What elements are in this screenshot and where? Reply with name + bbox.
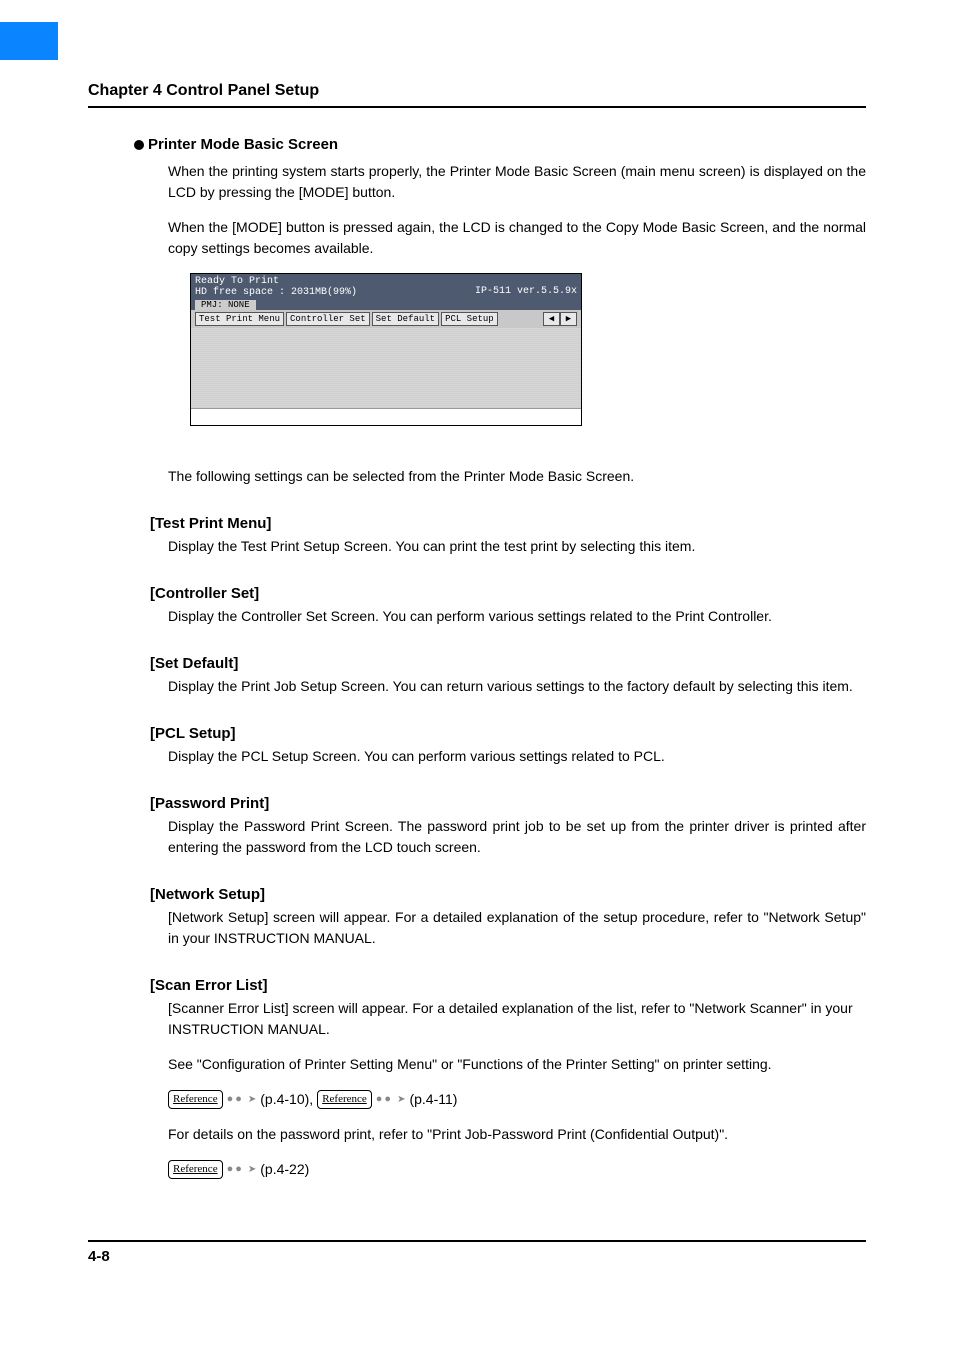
lcd-pmj-tab: PMJ: NONE <box>195 300 256 310</box>
lcd-tab-controller-set[interactable]: Controller Set <box>286 312 370 326</box>
reference-badge-3: Reference <box>168 1160 223 1179</box>
arrow-icon: ➤ <box>248 1162 256 1177</box>
bullet-icon <box>134 140 144 150</box>
lcd-footer <box>191 408 581 425</box>
section-title-text: Printer Mode Basic Screen <box>148 136 338 153</box>
lcd-tab-test-print[interactable]: Test Print Menu <box>195 312 284 326</box>
heading-scan-error: [Scan Error List] <box>150 977 866 994</box>
section-heading: Printer Mode Basic Screen <box>134 136 866 153</box>
after-screen-text: The following settings can be selected f… <box>168 466 866 487</box>
arrow-icon: ➤ <box>248 1092 256 1107</box>
lcd-header: Ready To Print HD free space : 2031MB(99… <box>191 274 581 310</box>
heading-test-print: [Test Print Menu] <box>150 515 866 532</box>
body-scan-error: [Scanner Error List] screen will appear.… <box>168 998 866 1040</box>
see-config-text: See "Configuration of Printer Setting Me… <box>168 1054 866 1075</box>
reference-badge-2: Reference <box>317 1090 372 1109</box>
body-set-default: Display the Print Job Setup Screen. You … <box>168 676 866 697</box>
footer-rule <box>88 1240 866 1242</box>
reference-line-2: Reference ●● ➤ (p.4-22) <box>168 1159 866 1180</box>
heading-set-default: [Set Default] <box>150 655 866 672</box>
body-test-print: Display the Test Print Setup Screen. You… <box>168 536 866 557</box>
lcd-tab-row: Test Print Menu Controller Set Set Defau… <box>191 310 581 328</box>
heading-password-print: [Password Print] <box>150 795 866 812</box>
side-tab <box>0 22 58 60</box>
reference-badge-1: Reference <box>168 1090 223 1109</box>
heading-controller-set: [Controller Set] <box>150 585 866 602</box>
dots-icon: ●● <box>227 1091 244 1108</box>
dots-icon: ●● <box>227 1161 244 1178</box>
lcd-arrow-left-icon[interactable]: ◀ <box>543 312 560 326</box>
chapter-title: Chapter 4 Control Panel Setup <box>88 82 866 100</box>
lcd-arrow-right-icon[interactable]: ▶ <box>560 312 577 326</box>
lcd-tab-pcl-setup[interactable]: PCL Setup <box>441 312 498 326</box>
ref-page-1: (p.4-10), <box>260 1089 313 1110</box>
intro-paragraph-2: When the [MODE] button is pressed again,… <box>168 217 866 259</box>
intro-paragraph-1: When the printing system starts properly… <box>168 161 866 203</box>
header-rule <box>88 106 866 108</box>
body-password-print: Display the Password Print Screen. The p… <box>168 816 866 858</box>
lcd-version-text: IP-511 ver.5.5.9x <box>475 286 577 297</box>
page-number: 4-8 <box>88 1248 866 1265</box>
lcd-screenshot: Ready To Print HD free space : 2031MB(99… <box>190 273 582 426</box>
dots-icon: ●● <box>376 1091 393 1108</box>
lcd-body <box>191 328 581 408</box>
details-text: For details on the password print, refer… <box>168 1124 866 1145</box>
reference-line-1: Reference ●● ➤ (p.4-10), Reference ●● ➤ (p… <box>168 1089 866 1110</box>
body-controller-set: Display the Controller Set Screen. You c… <box>168 606 866 627</box>
body-pcl-setup: Display the PCL Setup Screen. You can pe… <box>168 746 866 767</box>
ref-page-3: (p.4-22) <box>260 1159 309 1180</box>
ref-page-2: (p.4-11) <box>409 1089 457 1110</box>
heading-network-setup: [Network Setup] <box>150 886 866 903</box>
body-network-setup: [Network Setup] screen will appear. For … <box>168 907 866 949</box>
arrow-icon: ➤ <box>397 1092 405 1107</box>
lcd-tab-set-default[interactable]: Set Default <box>372 312 439 326</box>
heading-pcl-setup: [PCL Setup] <box>150 725 866 742</box>
